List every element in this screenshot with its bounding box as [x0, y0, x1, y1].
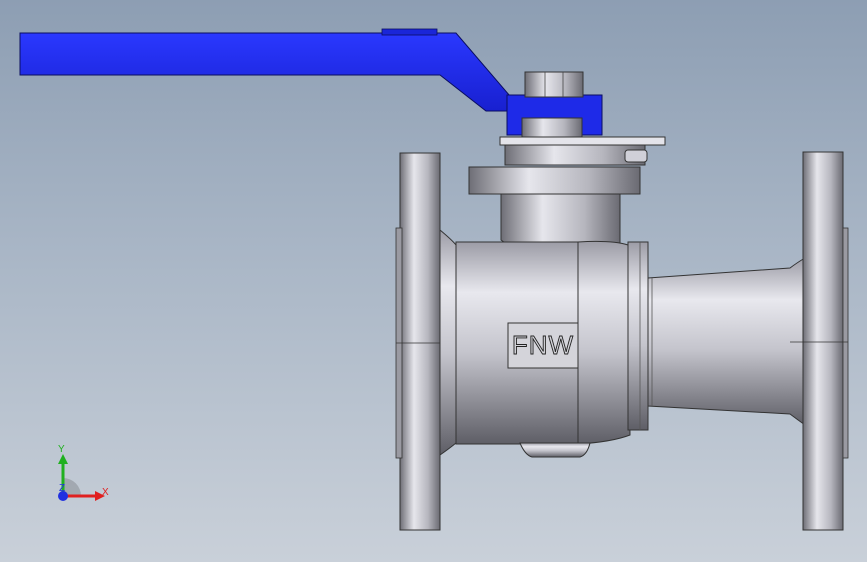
- reference-triad: Y X Z: [58, 444, 109, 501]
- x-axis-label: X: [102, 487, 109, 498]
- valve-handle[interactable]: [19, 28, 603, 136]
- brand-label: FNW: [512, 330, 574, 360]
- brand-plate: FNW: [507, 322, 579, 369]
- y-arrow-head: [58, 454, 68, 464]
- y-axis-label: Y: [58, 444, 65, 455]
- handle-lever[interactable]: [19, 32, 511, 112]
- stop-plate: [499, 136, 666, 166]
- iso-mounting-pad: [468, 166, 641, 195]
- handle-tab: [381, 28, 438, 36]
- z-axis-label: Z: [59, 483, 65, 494]
- outlet-pipe: [647, 257, 806, 426]
- 3d-viewport[interactable]: FNW Y X Z: [0, 0, 867, 562]
- left-flange: [395, 152, 441, 531]
